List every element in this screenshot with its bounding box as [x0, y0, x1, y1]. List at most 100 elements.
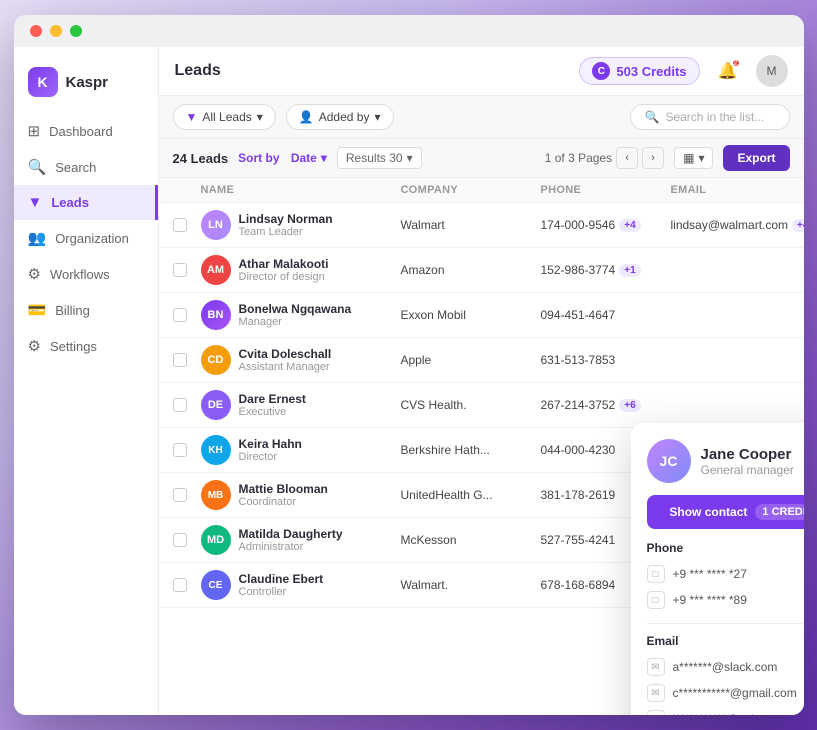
phone-value-1: +9 *** **** *27 — [673, 567, 747, 581]
phone-cell: 267-214-3752 +6 — [541, 398, 671, 412]
person-cell: MD Matilda Daugherty Administrator — [201, 525, 401, 555]
row-checkbox[interactable] — [173, 533, 187, 547]
company-cell: UnitedHealth G... — [401, 488, 541, 502]
company-cell: Amazon — [401, 263, 541, 277]
table-row[interactable]: CD Cvita Doleschall Assistant Manager Ap… — [159, 338, 804, 383]
row-checkbox[interactable] — [173, 398, 187, 412]
sidebar-label-settings: Settings — [50, 339, 97, 354]
avatar: BN — [201, 300, 231, 330]
traffic-light-green[interactable] — [70, 25, 82, 37]
popup-email-item: ✉ c***********@gmail.com — [647, 680, 804, 706]
all-leads-filter[interactable]: ▼ All Leads ▾ — [173, 104, 276, 130]
filter-icon: ▼ — [186, 110, 198, 124]
page-title: Leads — [175, 62, 568, 80]
sidebar-item-workflows[interactable]: ⚙ Workflows — [14, 256, 158, 292]
row-checkbox[interactable] — [173, 218, 187, 232]
pages-nav: 1 of 3 Pages ‹ › — [545, 147, 664, 169]
settings-icon: ⚙ — [28, 337, 41, 355]
table-row[interactable]: DE Dare Ernest Executive CVS Health. 267… — [159, 383, 804, 428]
show-contact-label: Show contact — [669, 505, 747, 519]
phone-cell: 631-513-7853 — [541, 353, 671, 367]
sidebar-item-dashboard[interactable]: ⊞ Dashboard — [14, 113, 158, 149]
email-value-1: a*******@slack.com — [673, 660, 778, 674]
email-value-2: c***********@gmail.com — [673, 686, 797, 700]
company-cell: Berkshire Hath... — [401, 443, 541, 457]
traffic-light-yellow[interactable] — [50, 25, 62, 37]
export-button[interactable]: Export — [723, 145, 789, 171]
row-checkbox[interactable] — [173, 353, 187, 367]
credits-badge[interactable]: C 503 Credits — [579, 57, 699, 85]
credits-icon: C — [592, 62, 610, 80]
sidebar-label-search: Search — [55, 160, 96, 175]
view-toggle[interactable]: ▦ ▾ — [674, 147, 713, 169]
person-name: Keira Hahn — [239, 437, 302, 451]
avatar: AM — [201, 255, 231, 285]
row-checkbox[interactable] — [173, 488, 187, 502]
table-row[interactable]: LN Lindsay Norman Team Leader Walmart 17… — [159, 203, 804, 248]
traffic-light-red[interactable] — [30, 25, 42, 37]
person-role: Director of design — [239, 271, 329, 283]
avatar: LN — [201, 210, 231, 240]
person-name: Cvita Doleschall — [239, 347, 332, 361]
phone-header: PHONE — [541, 184, 671, 196]
sidebar-item-search[interactable]: 🔍 Search — [14, 149, 158, 185]
search-box[interactable]: 🔍 Search in the list... — [630, 104, 790, 130]
search-placeholder: Search in the list... — [665, 110, 764, 124]
popup-phone-item: □ +9 *** **** *27 — [647, 561, 804, 587]
company-cell: Exxon Mobil — [401, 308, 541, 322]
added-by-filter[interactable]: 👤 Added by ▾ — [286, 104, 394, 130]
email-cell: lindsay@walmart.com +4 — [671, 218, 804, 232]
sidebar-item-organization[interactable]: 👥 Organization — [14, 220, 158, 256]
row-checkbox[interactable] — [173, 443, 187, 457]
company-cell: Apple — [401, 353, 541, 367]
popup-avatar: JC — [647, 439, 691, 483]
table-row[interactable]: AM Athar Malakooti Director of design Am… — [159, 248, 804, 293]
next-page-button[interactable]: › — [642, 147, 664, 169]
sidebar-item-leads[interactable]: ▼ Leads — [14, 185, 158, 220]
results-chevron-icon: ▾ — [407, 151, 413, 165]
sidebar-item-settings[interactable]: ⚙ Settings — [14, 328, 158, 364]
person-name: Lindsay Norman — [239, 212, 333, 226]
notification-dot: 2 — [732, 59, 740, 67]
popup-name: Jane Cooper — [701, 446, 794, 463]
row-checkbox[interactable] — [173, 308, 187, 322]
sidebar-item-billing[interactable]: 💳 Billing — [14, 292, 158, 328]
person-cell: LN Lindsay Norman Team Leader — [201, 210, 401, 240]
show-contact-button[interactable]: Show contact 1 CREDIT © — [647, 495, 804, 529]
grid-view-icon: ▦ — [683, 151, 694, 165]
person-role: Manager — [239, 316, 352, 328]
org-icon: 👥 — [28, 229, 47, 247]
person-cell: BN Bonelwa Ngqawana Manager — [201, 300, 401, 330]
popup-email-item: ✉ j***********@yahoo.com — [647, 706, 804, 715]
person-name: Athar Malakooti — [239, 257, 329, 271]
all-leads-label: All Leads — [202, 110, 251, 124]
row-checkbox[interactable] — [173, 263, 187, 277]
sidebar-label-leads: Leads — [51, 195, 89, 210]
user-avatar[interactable]: M — [756, 55, 788, 87]
person-name: Dare Ernest — [239, 392, 306, 406]
popup-phone-item: □ +9 *** **** *89 — [647, 587, 804, 613]
sort-prefix: Sort by — [238, 151, 279, 165]
leads-toolbar: ▼ All Leads ▾ 👤 Added by ▾ 🔍 Search in t… — [159, 96, 804, 139]
topbar: Leads C 503 Credits 🔔 2 M — [159, 47, 804, 96]
credit-label: 1 CREDIT — [762, 506, 803, 518]
person-role: Assistant Manager — [239, 361, 332, 373]
row-checkbox[interactable] — [173, 578, 187, 592]
popup-role: General manager — [701, 463, 794, 477]
sort-button[interactable]: Sort by Date ▾ — [238, 151, 327, 165]
avatar: CE — [201, 570, 231, 600]
phone-cell: 174-000-9546 +4 — [541, 218, 671, 232]
results-button[interactable]: Results 30 ▾ — [337, 147, 422, 169]
phone-cell: 152-986-3774 +1 — [541, 263, 671, 277]
popup-email-item: ✉ a*******@slack.com — [647, 654, 804, 680]
table-row[interactable]: BN Bonelwa Ngqawana Manager Exxon Mobil … — [159, 293, 804, 338]
app-body: K Kaspr ⊞ Dashboard 🔍 Search ▼ Leads 👥 O… — [14, 47, 804, 715]
pages-label: 1 of 3 Pages — [545, 151, 612, 165]
person-cell: MB Mattie Blooman Coordinator — [201, 480, 401, 510]
person-name: Claudine Ebert — [239, 572, 324, 586]
company-cell: CVS Health. — [401, 398, 541, 412]
notifications-button[interactable]: 🔔 2 — [712, 55, 744, 87]
leads-subbar: 24 Leads Sort by Date ▾ Results 30 ▾ 1 o… — [159, 139, 804, 178]
prev-page-button[interactable]: ‹ — [616, 147, 638, 169]
sidebar-label-billing: Billing — [55, 303, 90, 318]
